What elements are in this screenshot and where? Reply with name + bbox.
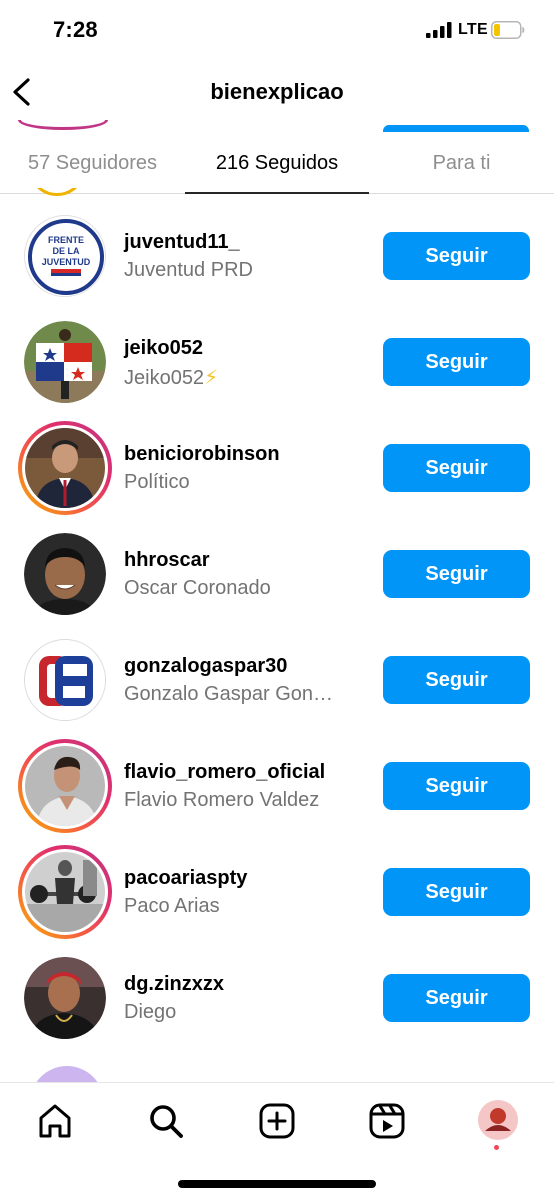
avatar[interactable] (24, 321, 106, 403)
avatar-story-ring[interactable] (18, 739, 112, 833)
avatar (18, 120, 108, 130)
follow-button[interactable]: Seguir (383, 868, 530, 916)
follow-button[interactable]: Seguir (383, 232, 530, 280)
profile-avatar[interactable] (477, 1099, 519, 1141)
full-name: Jeiko052⚡ (124, 367, 219, 389)
avatar[interactable] (24, 639, 106, 721)
full-name: Oscar Coronado (124, 577, 271, 599)
reels-icon[interactable] (367, 1101, 407, 1141)
username[interactable]: flavio_romero_oficial (124, 761, 325, 784)
battery-icon (491, 21, 525, 39)
home-indicator (178, 1180, 376, 1188)
list-item: jeiko052 Jeiko052⚡ Seguir (0, 309, 554, 415)
search-icon[interactable] (146, 1101, 186, 1141)
create-icon[interactable] (257, 1101, 297, 1141)
username[interactable]: jeiko052 (124, 337, 203, 360)
list-item: flavio_romero_oficial Flavio Romero Vald… (0, 733, 554, 839)
scrolled-avatar-peek (28, 188, 86, 198)
tab-for-you[interactable]: Para ti (369, 152, 554, 175)
follow-button[interactable]: Seguir (383, 444, 530, 492)
status-bar: 7:28 LTE (0, 0, 554, 62)
full-name: Diego (124, 1001, 177, 1023)
avatar[interactable]: FRENTE DE LA JUVENTUD (24, 215, 106, 297)
full-name: Político (124, 471, 190, 493)
svg-text:DE LA: DE LA (53, 246, 81, 256)
full-name: Paco Arias (124, 895, 220, 917)
full-name: Gonzalo Gaspar Gon… (124, 683, 333, 705)
avatar[interactable] (24, 533, 106, 615)
list-item: gonzalogaspar30 Gonzalo Gaspar Gon… Segu… (0, 627, 554, 733)
home-icon[interactable] (35, 1101, 75, 1141)
tab-following[interactable]: 216 Seguidos (185, 152, 369, 175)
profile-photo (24, 321, 106, 403)
nav-header: bienexplicao (0, 62, 554, 122)
avatar-story-ring[interactable] (18, 845, 112, 939)
follow-button[interactable]: Seguir (383, 550, 530, 598)
list-item: beniciorobinson Político Seguir (0, 415, 554, 521)
signal-icon (426, 22, 452, 38)
avatar-story-ring[interactable] (18, 421, 112, 515)
list-item: hhroscar Oscar Coronado Seguir (0, 521, 554, 627)
username[interactable]: juventud11_ (124, 231, 240, 254)
full-name: Flavio Romero Valdez (124, 789, 320, 811)
profile-photo (24, 957, 106, 1039)
profile-photo (25, 428, 105, 508)
follow-button[interactable]: Seguir (383, 974, 530, 1022)
list-item: pacoariaspty Paco Arias Seguir (0, 839, 554, 945)
profile-photo (25, 852, 105, 932)
follow-button[interactable]: Seguir (383, 338, 530, 386)
profile-photo (24, 533, 106, 615)
active-tab-indicator (185, 192, 369, 194)
notification-dot (494, 1145, 499, 1150)
profile-photo (25, 746, 105, 826)
follow-button[interactable]: Seguir (383, 762, 530, 810)
lightning-bolt-icon: ⚡ (204, 367, 219, 389)
list-item: dg.zinzxzx Diego Seguir (0, 945, 554, 1051)
username[interactable]: dg.zinzxzx (124, 973, 224, 996)
gg-logo (25, 640, 105, 720)
username[interactable]: pacoariaspty (124, 867, 247, 890)
username[interactable]: gonzalogaspar30 (124, 655, 287, 678)
username[interactable]: beniciorobinson (124, 443, 280, 466)
scrolled-avatar-peek (30, 1066, 104, 1082)
svg-text:JUVENTUD: JUVENTUD (42, 257, 91, 267)
full-name: Juventud PRD (124, 259, 253, 281)
page-title: bienexplicao (210, 79, 344, 104)
status-time: 7:28 (53, 17, 98, 42)
avatar[interactable] (24, 957, 106, 1039)
frente-juventud-logo: FRENTE DE LA JUVENTUD (26, 217, 105, 296)
svg-text:FRENTE: FRENTE (48, 235, 84, 245)
follow-button[interactable]: Seguir (383, 656, 530, 704)
list-item: FRENTE DE LA JUVENTUD juventud11_ Juvent… (0, 203, 554, 309)
username[interactable]: hhroscar (124, 549, 210, 572)
tab-followers[interactable]: 57 Seguidores (0, 152, 185, 175)
network-label: LTE (458, 21, 488, 38)
follow-tabs: 57 Seguidores 216 Seguidos Para ti (0, 130, 554, 194)
